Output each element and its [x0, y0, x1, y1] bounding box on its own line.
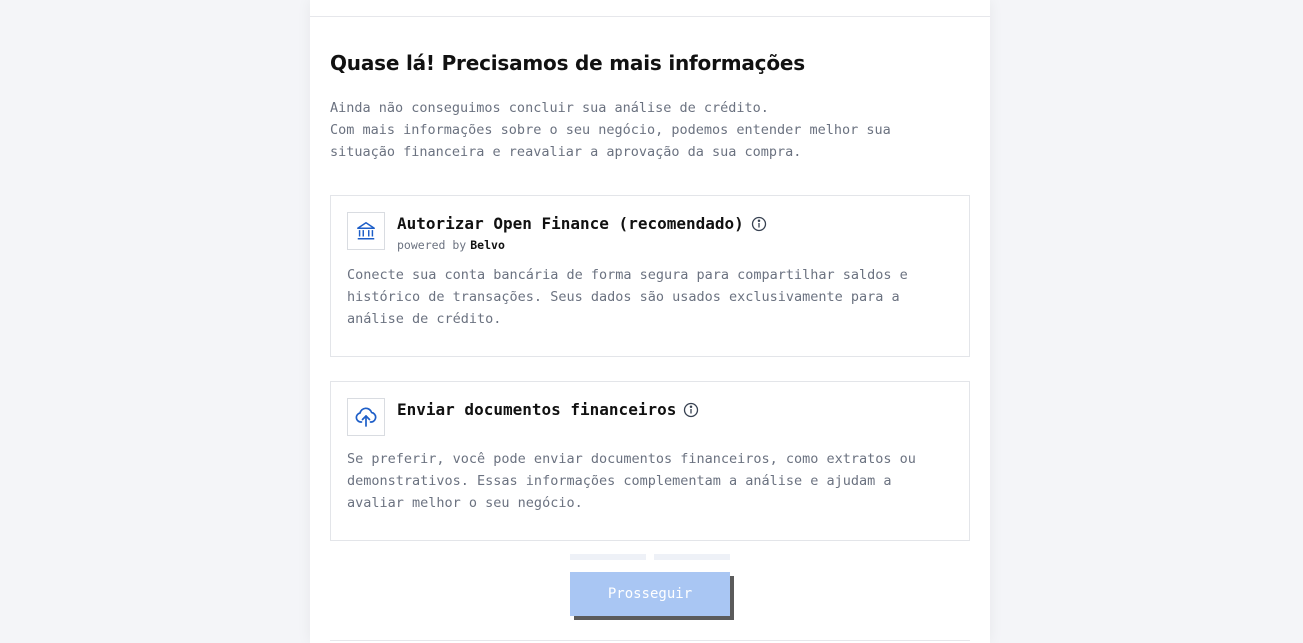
open-finance-title: Autorizar Open Finance (recomendado)	[397, 213, 767, 235]
intro-line: Com mais informações sobre o seu negócio…	[330, 122, 891, 138]
powered-by-brand: Belvo	[470, 238, 505, 252]
intro-line: Ainda não conseguimos concluir sua análi…	[330, 100, 769, 116]
description-line: Conecte sua conta bancária de forma segu…	[347, 267, 908, 283]
info-icon[interactable]	[683, 402, 699, 418]
continue-button-wrapper: Prosseguir	[570, 572, 734, 620]
documents-description: Se preferir, você pode enviar documentos…	[347, 448, 947, 514]
description-line: Se preferir, você pode enviar documentos…	[347, 451, 916, 467]
powered-by-label: powered by	[397, 238, 467, 252]
powered-by: powered by Belvo	[397, 237, 505, 253]
intro-text: Ainda não conseguimos concluir sua análi…	[330, 97, 960, 163]
documents-option-card[interactable]: Enviar documentos financeiros Se preferi…	[330, 381, 970, 541]
loading-placeholder	[654, 554, 730, 560]
continue-button[interactable]: Prosseguir	[570, 572, 730, 616]
open-finance-option-card[interactable]: Autorizar Open Finance (recomendado) pow…	[330, 195, 970, 357]
description-line: avaliar melhor o seu negócio.	[347, 495, 583, 511]
bank-icon	[347, 212, 385, 250]
open-finance-description: Conecte sua conta bancária de forma segu…	[347, 264, 947, 330]
top-divider	[310, 16, 990, 17]
documents-title-text: Enviar documentos financeiros	[397, 400, 677, 419]
page-title: Quase lá! Precisamos de mais informações	[330, 51, 805, 75]
modal-panel: Quase lá! Precisamos de mais informações…	[310, 0, 990, 643]
description-line: análise de crédito.	[347, 311, 502, 327]
cloud-upload-icon	[347, 398, 385, 436]
bottom-divider	[330, 640, 970, 641]
open-finance-title-text: Autorizar Open Finance (recomendado)	[397, 214, 744, 233]
info-icon[interactable]	[751, 216, 767, 232]
description-line: histórico de transações. Seus dados são …	[347, 289, 900, 305]
intro-line: situação financeira e reavaliar a aprova…	[330, 144, 802, 160]
documents-title: Enviar documentos financeiros	[397, 399, 699, 421]
description-line: demonstrativos. Essas informações comple…	[347, 473, 892, 489]
loading-placeholder	[570, 554, 646, 560]
